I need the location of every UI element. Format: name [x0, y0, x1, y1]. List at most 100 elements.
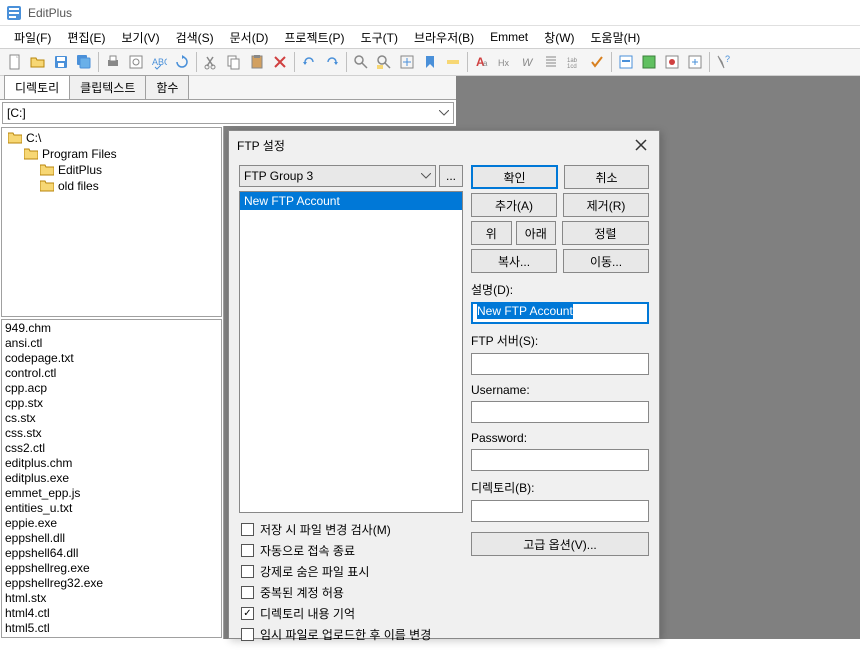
tb-goto-icon[interactable]	[396, 51, 418, 73]
menu-emmet[interactable]: Emmet	[482, 28, 536, 46]
file-item[interactable]: emmet_epp.js	[3, 486, 220, 501]
description-input[interactable]: New FTP Account	[471, 302, 649, 324]
tb-replace-icon[interactable]	[373, 51, 395, 73]
password-input[interactable]	[471, 449, 649, 471]
file-item[interactable]: ansi.ctl	[3, 336, 220, 351]
menu-project[interactable]: 프로젝트(P)	[276, 27, 352, 48]
tab-cliptext[interactable]: 클립텍스트	[69, 75, 146, 99]
tb-tool2-icon[interactable]	[638, 51, 660, 73]
tb-undo-icon[interactable]	[298, 51, 320, 73]
tb-new-icon[interactable]	[4, 51, 26, 73]
tb-saveall-icon[interactable]	[73, 51, 95, 73]
tb-print-icon[interactable]	[102, 51, 124, 73]
tree-node[interactable]: EditPlus	[4, 162, 219, 178]
tree-node[interactable]: old files	[4, 178, 219, 194]
file-list[interactable]: 949.chmansi.ctlcodepage.txtcontrol.ctlcp…	[1, 319, 222, 638]
cancel-button[interactable]: 취소	[564, 165, 649, 189]
file-item[interactable]: 949.chm	[3, 321, 220, 336]
tb-ruler-icon[interactable]: 1ab1cd	[563, 51, 585, 73]
tree-node[interactable]: C:\	[4, 130, 219, 146]
tb-save-icon[interactable]	[50, 51, 72, 73]
tb-font-icon[interactable]: Aa	[471, 51, 493, 73]
directory-tree[interactable]: C:\Program FilesEditPlusold files	[1, 127, 222, 317]
checkbox-row[interactable]: 자동으로 접속 종료	[241, 540, 463, 561]
tb-paste-icon[interactable]	[246, 51, 268, 73]
tb-copy-icon[interactable]	[223, 51, 245, 73]
file-item[interactable]: html5.ctl	[3, 621, 220, 636]
menu-browser[interactable]: 브라우저(B)	[406, 27, 482, 48]
file-item[interactable]: cpp.acp	[3, 381, 220, 396]
ftp-group-combo[interactable]: FTP Group 3	[239, 165, 436, 187]
file-item[interactable]: cpp.stx	[3, 396, 220, 411]
file-item[interactable]: eppshellreg.exe	[3, 561, 220, 576]
file-item[interactable]: html4.ctl	[3, 606, 220, 621]
directory-input[interactable]	[471, 500, 649, 522]
tb-spell-icon[interactable]: ABC	[148, 51, 170, 73]
tb-cut-icon[interactable]	[200, 51, 222, 73]
ok-button[interactable]: 확인	[471, 165, 558, 189]
file-item[interactable]: cs.stx	[3, 411, 220, 426]
file-item[interactable]: editplus.chm	[3, 456, 220, 471]
down-button[interactable]: 아래	[516, 221, 557, 245]
file-item[interactable]: codepage.txt	[3, 351, 220, 366]
tb-linenum-icon[interactable]	[540, 51, 562, 73]
tb-bookmark-icon[interactable]	[419, 51, 441, 73]
tb-check-icon[interactable]	[586, 51, 608, 73]
tb-preview-icon[interactable]	[125, 51, 147, 73]
remove-button[interactable]: 제거(R)	[563, 193, 649, 217]
server-input[interactable]	[471, 353, 649, 375]
tb-tool1-icon[interactable]	[615, 51, 637, 73]
menu-document[interactable]: 문서(D)	[222, 27, 277, 48]
tb-refresh-icon[interactable]	[171, 51, 193, 73]
checkbox-icon: ✓	[241, 607, 254, 620]
tb-marker-icon[interactable]	[442, 51, 464, 73]
file-item[interactable]: entities_u.txt	[3, 501, 220, 516]
tb-delete-icon[interactable]	[269, 51, 291, 73]
menu-window[interactable]: 창(W)	[536, 27, 582, 48]
file-item[interactable]: html.stx	[3, 591, 220, 606]
tb-redo-icon[interactable]	[321, 51, 343, 73]
tb-help-icon[interactable]: ?	[713, 51, 735, 73]
checkbox-row[interactable]: 임시 파일로 업로드한 후 이름 변경	[241, 624, 463, 645]
menu-help[interactable]: 도움말(H)	[583, 27, 649, 48]
username-input[interactable]	[471, 401, 649, 423]
close-button[interactable]	[631, 135, 651, 155]
checkbox-row[interactable]: 중복된 계정 허용	[241, 582, 463, 603]
file-item[interactable]: control.ctl	[3, 366, 220, 381]
add-button[interactable]: 추가(A)	[471, 193, 557, 217]
copy-button[interactable]: 복사...	[471, 249, 557, 273]
ftp-account-list[interactable]: New FTP Account	[239, 191, 463, 513]
ftp-group-value: FTP Group 3	[244, 169, 313, 183]
checkbox-row[interactable]: ✓디렉토리 내용 기억	[241, 603, 463, 624]
file-item[interactable]: css.stx	[3, 426, 220, 441]
file-item[interactable]: css2.ctl	[3, 441, 220, 456]
tab-function[interactable]: 함수	[145, 75, 189, 99]
tb-hex-icon[interactable]: Hx	[494, 51, 516, 73]
tb-open-icon[interactable]	[27, 51, 49, 73]
file-item[interactable]: editplus.exe	[3, 471, 220, 486]
tb-tool4-icon[interactable]	[684, 51, 706, 73]
file-item[interactable]: eppie.exe	[3, 516, 220, 531]
tab-directory[interactable]: 디렉토리	[4, 75, 70, 99]
checkbox-row[interactable]: 강제로 숨은 파일 표시	[241, 561, 463, 582]
menu-edit[interactable]: 편집(E)	[59, 27, 113, 48]
checkbox-row[interactable]: 저장 시 파일 변경 검사(M)	[241, 519, 463, 540]
up-button[interactable]: 위	[471, 221, 512, 245]
tree-node[interactable]: Program Files	[4, 146, 219, 162]
sort-button[interactable]: 정렬	[562, 221, 649, 245]
tb-wrap-icon[interactable]: W	[517, 51, 539, 73]
menu-file[interactable]: 파일(F)	[6, 27, 59, 48]
ftp-group-browse-button[interactable]: ...	[439, 165, 463, 187]
drive-selector[interactable]: [C:]	[2, 102, 454, 124]
tb-find-icon[interactable]	[350, 51, 372, 73]
move-button[interactable]: 이동...	[563, 249, 649, 273]
menu-tools[interactable]: 도구(T)	[353, 27, 406, 48]
file-item[interactable]: eppshell64.dll	[3, 546, 220, 561]
advanced-button[interactable]: 고급 옵션(V)...	[471, 532, 649, 556]
tb-tool3-icon[interactable]	[661, 51, 683, 73]
file-item[interactable]: eppshell.dll	[3, 531, 220, 546]
menu-view[interactable]: 보기(V)	[113, 27, 167, 48]
list-item[interactable]: New FTP Account	[240, 192, 462, 210]
file-item[interactable]: eppshellreg32.exe	[3, 576, 220, 591]
menu-search[interactable]: 검색(S)	[168, 27, 222, 48]
